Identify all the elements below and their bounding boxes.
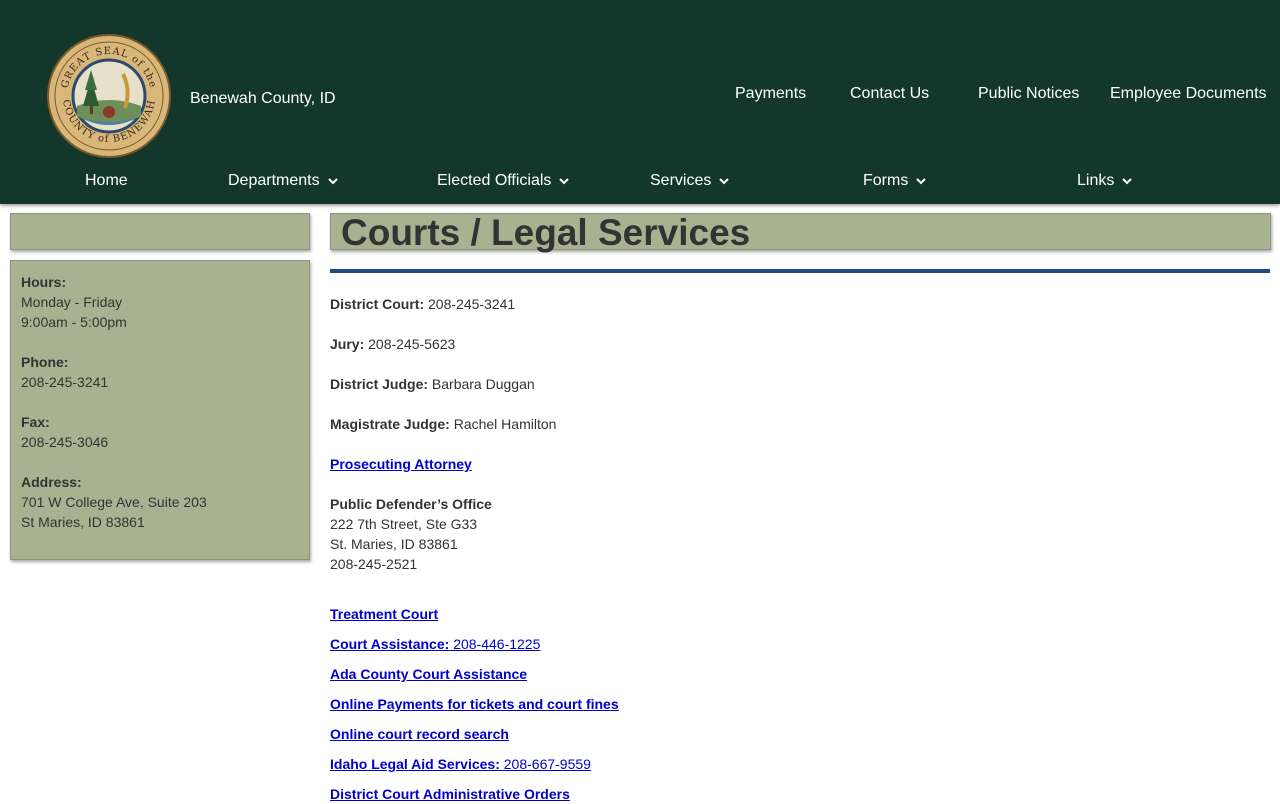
phone-group: Phone: 208-245-3241	[21, 352, 299, 392]
magistrate-judge-row: Magistrate Judge: Rachel Hamilton	[330, 414, 556, 434]
jury-row: Jury: 208-245-5623	[330, 334, 455, 354]
chevron-down-icon	[916, 177, 927, 185]
nav-services[interactable]: Services	[650, 172, 730, 190]
ada-county-court-assistance-link[interactable]: Ada County Court Assistance	[330, 666, 527, 682]
phone-label: Phone:	[21, 354, 69, 370]
page-title-bar: Courts / Legal Services	[330, 212, 1271, 253]
nav-links[interactable]: Links	[1077, 172, 1133, 190]
court-assistance-link[interactable]: Court Assistance: 208-446-1225	[330, 636, 540, 652]
admin-orders-row: District Court Administrative Orders	[330, 784, 570, 804]
chevron-down-icon	[327, 177, 338, 185]
district-judge-name: Barbara Duggan	[431, 376, 535, 392]
nav-forms[interactable]: Forms	[863, 172, 927, 190]
district-judge-label: District Judge:	[330, 376, 429, 392]
county-seal-logo[interactable]: GREAT SEAL of the COUNTY of BENEWAH	[47, 34, 171, 158]
hours-time: 9:00am - 5:00pm	[21, 314, 127, 330]
nav-label: Forms	[863, 172, 909, 189]
nav-home[interactable]: Home	[85, 172, 128, 190]
public-defender-block: Public Defender’s Office 222 7th Street,…	[330, 494, 492, 574]
idaho-legal-aid-link[interactable]: Idaho Legal Aid Services: 208-667-9559	[330, 756, 591, 772]
nav-label: Home	[85, 172, 128, 189]
public-defender-address-2: St. Maries, ID 83861	[330, 536, 458, 552]
jury-phone: 208-245-5623	[368, 336, 456, 352]
address-line-2: St Maries, ID 83861	[21, 514, 145, 530]
prosecuting-attorney-row: Prosecuting Attorney	[330, 454, 472, 474]
legal-aid-phone: 208-667-9559	[503, 756, 591, 772]
nav-label: Departments	[228, 172, 320, 189]
prosecuting-attorney-link[interactable]: Prosecuting Attorney	[330, 456, 472, 472]
district-court-label: District Court:	[330, 296, 425, 312]
legal-aid-label: Idaho Legal Aid Services:	[330, 756, 500, 772]
hours-label: Hours:	[21, 274, 67, 290]
legal-aid-row: Idaho Legal Aid Services: 208-667-9559	[330, 754, 591, 774]
fax-group: Fax: 208-245-3046	[21, 412, 299, 452]
online-court-record-search-link[interactable]: Online court record search	[330, 726, 509, 742]
jury-label: Jury:	[330, 336, 365, 352]
magistrate-judge-name: Rachel Hamilton	[453, 416, 557, 432]
fax-value: 208-245-3046	[21, 434, 109, 450]
district-court-row: District Court: 208-245-3241	[330, 294, 515, 314]
top-link-payments[interactable]: Payments	[735, 85, 806, 103]
treatment-court-link[interactable]: Treatment Court	[330, 606, 438, 622]
district-judge-row: District Judge: Barbara Duggan	[330, 374, 535, 394]
fax-label: Fax:	[21, 414, 50, 430]
address-group: Address: 701 W College Ave, Suite 203 St…	[21, 472, 299, 532]
public-defender-phone: 208-245-2521	[330, 556, 418, 572]
phone-value: 208-245-3241	[21, 374, 109, 390]
record-search-row: Online court record search	[330, 724, 509, 744]
top-link-contact-us[interactable]: Contact Us	[850, 85, 929, 103]
court-assistance-label: Court Assistance:	[330, 636, 450, 652]
address-label: Address:	[21, 474, 82, 490]
court-assistance-row: Court Assistance: 208-446-1225	[330, 634, 540, 654]
treatment-court-row: Treatment Court	[330, 604, 438, 624]
site-name[interactable]: Benewah County, ID	[190, 90, 336, 108]
public-defender-label: Public Defender’s Office	[330, 496, 492, 512]
ada-county-row: Ada County Court Assistance	[330, 664, 527, 684]
nav-elected-officials[interactable]: Elected Officials	[437, 172, 570, 190]
title-divider	[330, 269, 1270, 273]
chevron-down-icon	[719, 177, 730, 185]
online-payments-row: Online Payments for tickets and court fi…	[330, 694, 619, 714]
contact-info-panel: Hours: Monday - Friday 9:00am - 5:00pm P…	[10, 260, 310, 560]
district-court-phone: 208-245-3241	[428, 296, 516, 312]
sidebar-header-panel	[10, 213, 310, 250]
chevron-down-icon	[1122, 177, 1133, 185]
hours-days: Monday - Friday	[21, 294, 123, 310]
nav-departments[interactable]: Departments	[228, 172, 338, 190]
nav-label: Services	[650, 172, 712, 189]
top-link-public-notices[interactable]: Public Notices	[978, 85, 1079, 103]
nav-label: Links	[1077, 172, 1115, 189]
page-title: Courts / Legal Services	[341, 212, 751, 253]
nav-label: Elected Officials	[437, 172, 552, 189]
hours-group: Hours: Monday - Friday 9:00am - 5:00pm	[21, 272, 299, 332]
online-payments-link[interactable]: Online Payments for tickets and court fi…	[330, 696, 619, 712]
public-defender-address-1: 222 7th Street, Ste G33	[330, 516, 478, 532]
magistrate-judge-label: Magistrate Judge:	[330, 416, 450, 432]
chevron-down-icon	[559, 177, 570, 185]
top-link-employee-documents[interactable]: Employee Documents	[1110, 85, 1267, 103]
address-line-1: 701 W College Ave, Suite 203	[21, 494, 207, 510]
site-header: GREAT SEAL of the COUNTY of BENEWAH Bene…	[0, 0, 1280, 204]
court-assistance-phone: 208-446-1225	[453, 636, 541, 652]
